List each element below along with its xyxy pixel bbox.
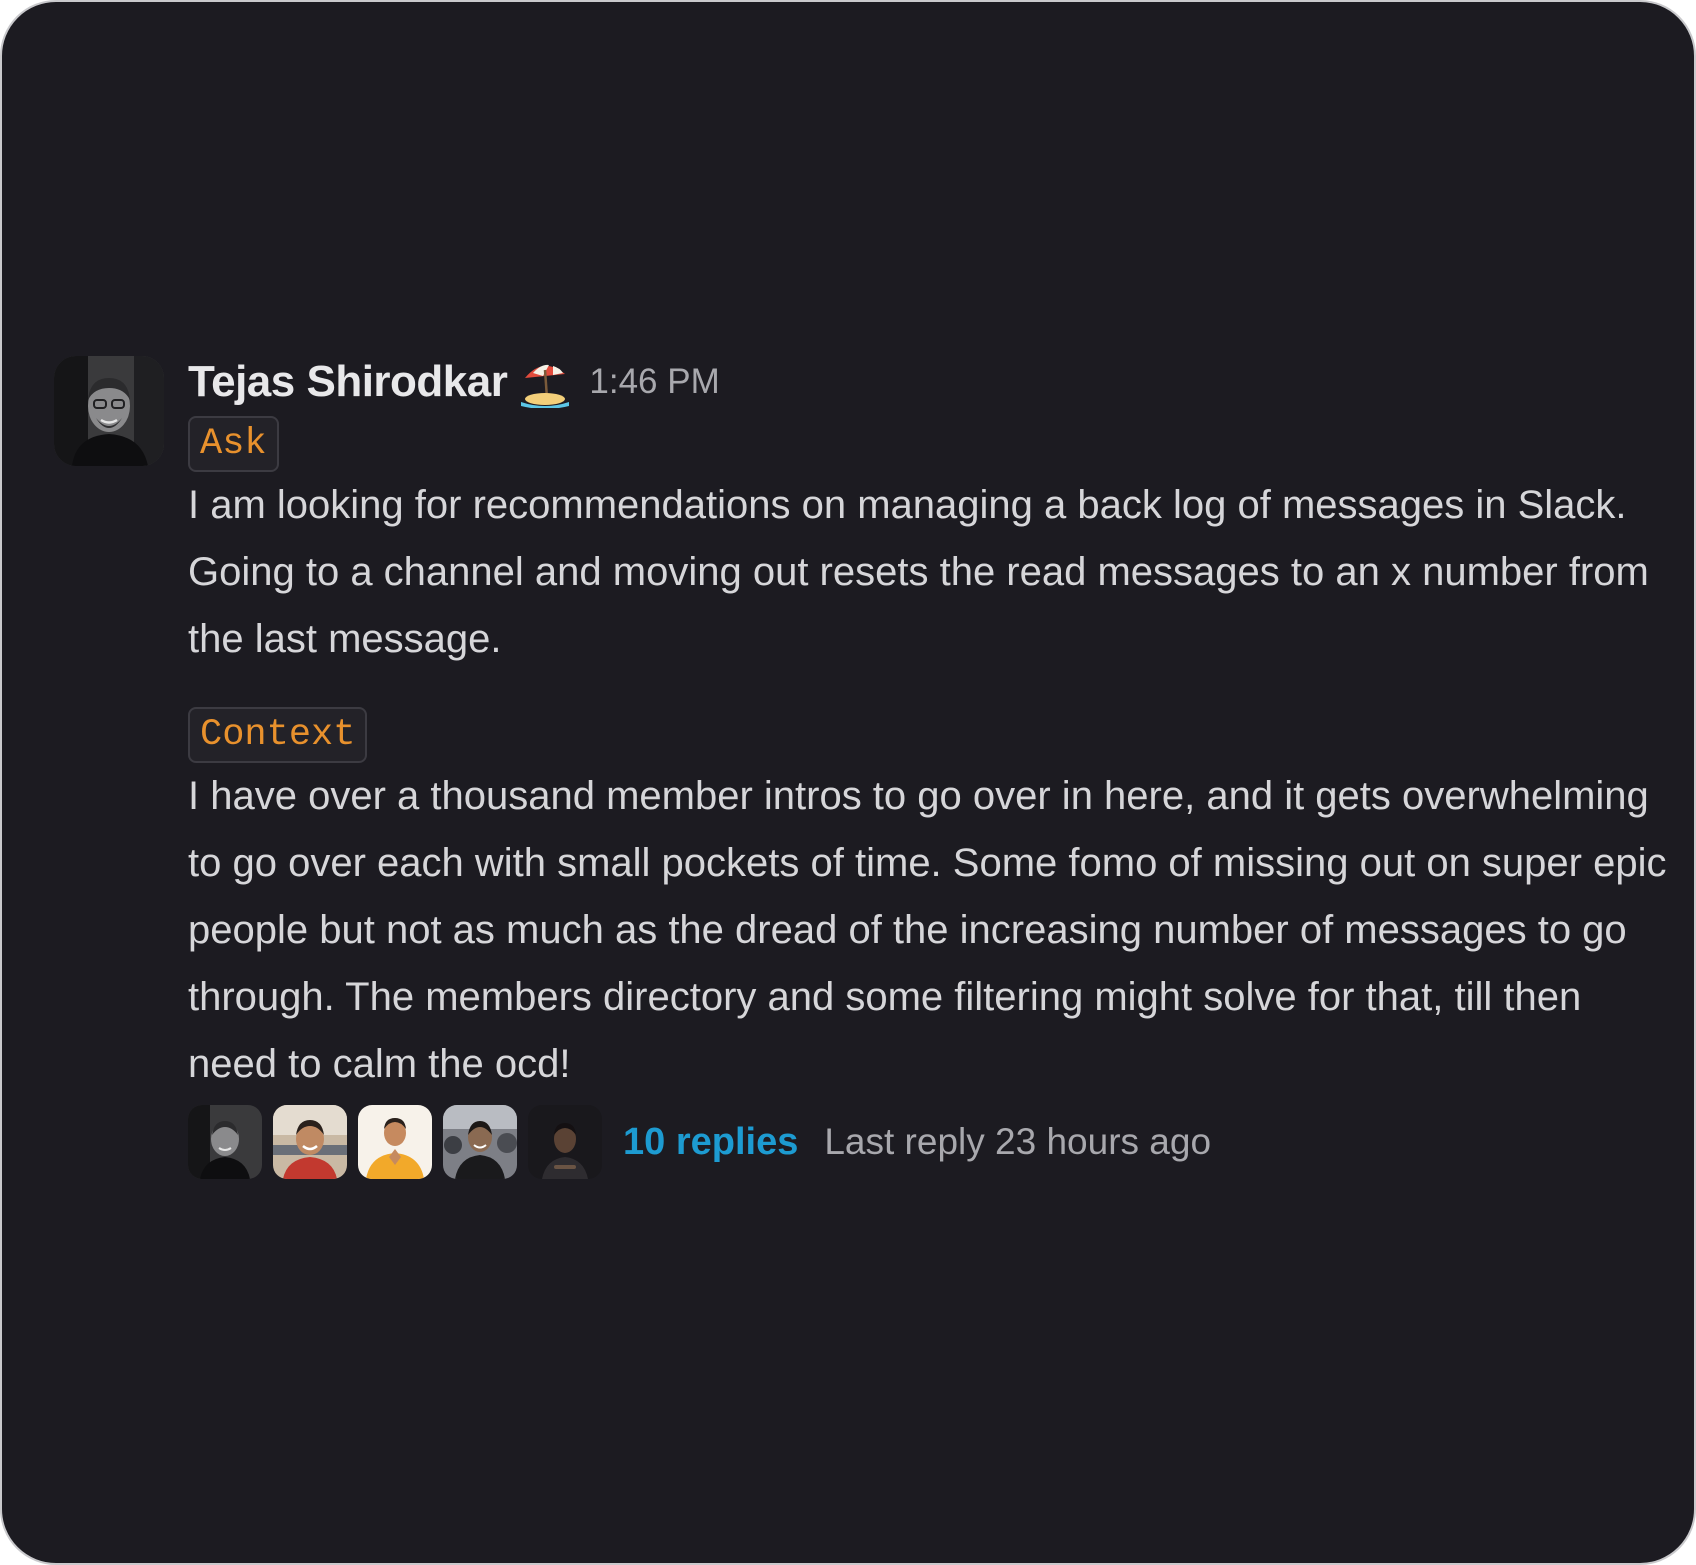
ask-tag: Ask bbox=[188, 416, 279, 472]
context-tag: Context bbox=[188, 707, 368, 763]
last-reply-text: Last reply 23 hours ago bbox=[824, 1121, 1212, 1162]
author-name[interactable]: Tejas Shirodkar bbox=[188, 357, 508, 407]
author-avatar[interactable] bbox=[54, 356, 164, 466]
participant-avatar bbox=[188, 1105, 262, 1179]
message-header: Tejas Shirodkar 1:46 PM bbox=[188, 354, 1674, 410]
participant-avatar bbox=[273, 1105, 347, 1179]
message-timestamp[interactable]: 1:46 PM bbox=[589, 362, 719, 402]
beach-umbrella-icon bbox=[519, 356, 571, 409]
message-content: Tejas Shirodkar 1:46 PM Ask I am looking… bbox=[188, 354, 1674, 1180]
thread-summary[interactable]: 10 replies Last reply 23 hours ago bbox=[188, 1104, 1674, 1180]
participant-avatar bbox=[358, 1105, 432, 1179]
replies-link[interactable]: 10 replies bbox=[623, 1121, 798, 1164]
participant-avatar bbox=[443, 1105, 517, 1179]
message-card: Tejas Shirodkar 1:46 PM Ask I am looking… bbox=[0, 0, 1696, 1565]
context-text: I have over a thousand member intros to … bbox=[188, 774, 1667, 1086]
participant-avatar bbox=[528, 1105, 602, 1179]
ask-text: I am looking for recommendations on mana… bbox=[188, 483, 1649, 661]
